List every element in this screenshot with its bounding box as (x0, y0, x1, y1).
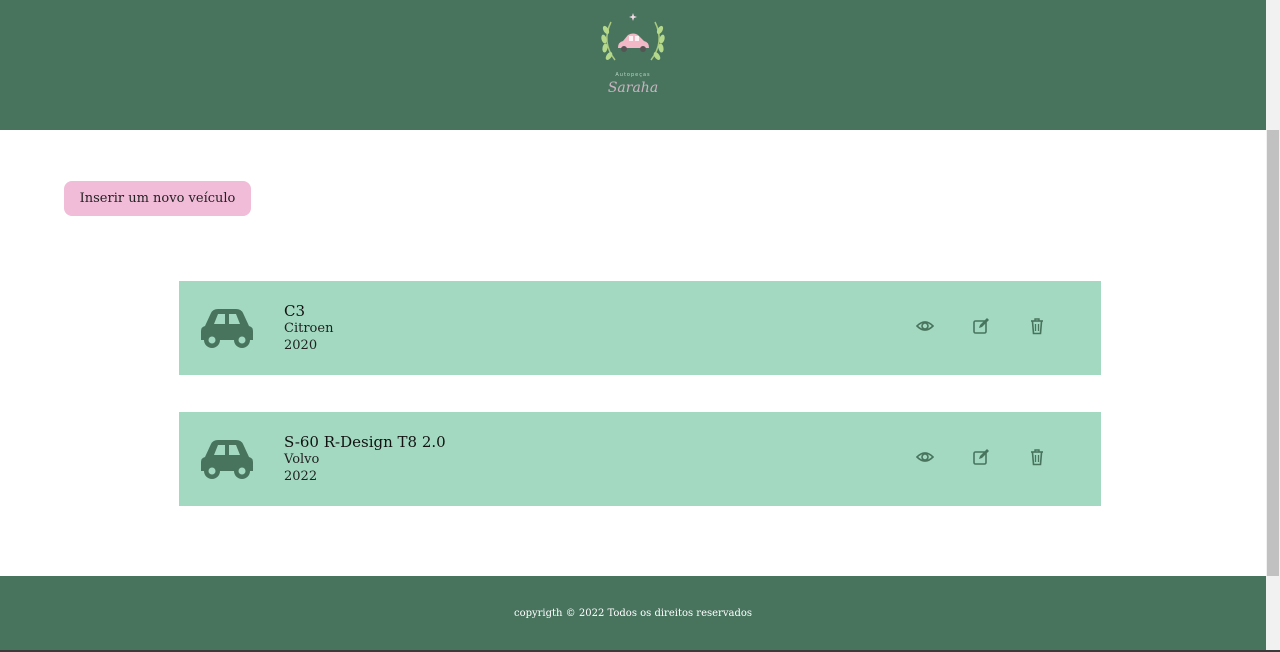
brand-tagline: Autopeças (615, 72, 651, 78)
trash-icon[interactable] (1028, 317, 1046, 335)
page-footer: copyrigth © 2022 Todos os direitos reser… (0, 576, 1266, 650)
trash-icon[interactable] (1028, 448, 1046, 466)
car-icon (201, 440, 253, 479)
vehicle-card: C3 Citroen 2020 (179, 281, 1101, 375)
vehicle-year: 2022 (284, 469, 318, 484)
eye-icon[interactable] (916, 448, 934, 466)
vehicle-info: C3 Citroen 2020 (284, 302, 333, 354)
vehicle-info: S-60 R-Design T8 2.0 Volvo 2022 (284, 433, 446, 485)
insert-vehicle-button[interactable]: Inserir um novo veículo (64, 181, 251, 216)
vehicle-actions (916, 448, 1046, 466)
vehicle-card: S-60 R-Design T8 2.0 Volvo 2022 (179, 412, 1101, 506)
edit-icon[interactable] (972, 448, 990, 466)
vehicle-brand: Volvo (284, 452, 320, 467)
edit-icon[interactable] (972, 317, 990, 335)
vehicle-model: C3 (284, 302, 306, 320)
car-icon (201, 309, 253, 348)
vehicle-brand: Citroen (284, 321, 334, 336)
vehicle-model: S-60 R-Design T8 2.0 (284, 433, 446, 451)
vehicle-year: 2020 (284, 338, 318, 353)
logo-emblem (601, 13, 665, 61)
copyright-text: copyrigth © 2022 Todos os direitos reser… (513, 607, 752, 619)
brand-name: Saraha (607, 80, 659, 96)
scrollbar-thumb[interactable] (1267, 130, 1279, 576)
vehicle-actions (916, 317, 1046, 335)
eye-icon[interactable] (916, 317, 934, 335)
page-header: Autopeças Saraha (0, 0, 1266, 130)
brand-logo[interactable]: Autopeças Saraha (588, 10, 678, 120)
